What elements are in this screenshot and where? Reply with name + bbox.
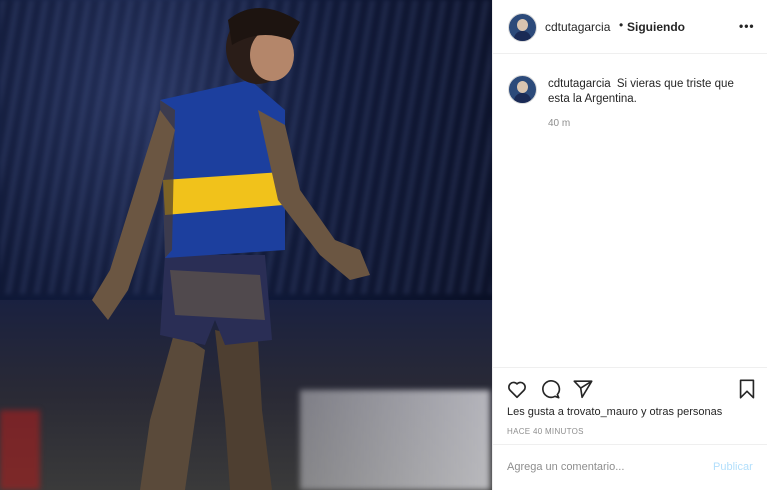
bookmark-icon[interactable] — [736, 378, 758, 400]
caption-time: 40 m — [548, 118, 571, 129]
publish-button[interactable]: Publicar — [713, 461, 753, 473]
avatar[interactable] — [508, 13, 537, 42]
likes-user-link[interactable]: trovato_mauro — [567, 406, 638, 418]
post-header: cdtutagarcia • Siguiendo ••• — [493, 0, 767, 54]
muddy-player-figure — [92, 7, 370, 490]
comment-icon[interactable] — [539, 378, 561, 400]
heart-icon[interactable] — [506, 378, 528, 400]
caption-avatar[interactable] — [508, 75, 537, 104]
caption-username[interactable]: cdtutagarcia — [548, 78, 611, 90]
caption-text-block: cdtutagarcia Si vieras que triste que es… — [548, 77, 753, 107]
comment-input[interactable]: Agrega un comentario... — [507, 461, 624, 473]
action-bar: Les gusta a trovato_mauro y otras person… — [493, 367, 767, 444]
header-separator: • — [619, 18, 624, 32]
header-username[interactable]: cdtutagarcia — [545, 20, 610, 34]
more-options-icon[interactable]: ••• — [739, 19, 755, 33]
likes-prefix: Les gusta a — [507, 406, 564, 418]
likes-text: Les gusta a trovato_mauro y otras person… — [507, 406, 722, 418]
comment-box: Agrega un comentario... Publicar — [493, 444, 767, 490]
post-timestamp[interactable]: HACE 40 MINUTOS — [507, 427, 584, 436]
share-icon[interactable] — [572, 378, 594, 400]
likes-suffix[interactable]: y otras personas — [641, 406, 722, 418]
following-button[interactable]: Siguiendo — [627, 20, 685, 34]
post-side-panel: cdtutagarcia • Siguiendo ••• cdtutagarci… — [492, 0, 767, 490]
post-photo[interactable] — [0, 0, 492, 490]
